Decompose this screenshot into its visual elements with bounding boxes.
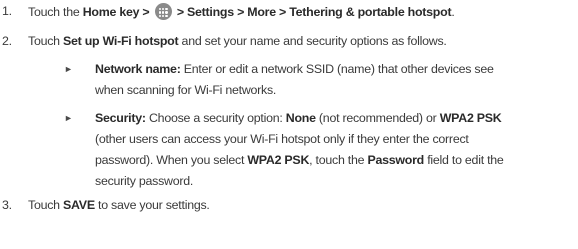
setup-hotspot-label: Set up Wi-Fi hotspot xyxy=(63,34,179,48)
save-label: SAVE xyxy=(63,198,95,212)
step-2-text: Touch Set up Wi-Fi hotspot and set your … xyxy=(28,34,447,48)
bullet-2-line-1: Security: Choose a security option: None… xyxy=(95,111,502,125)
triangle-bullet-icon: ► xyxy=(64,113,73,123)
step-2-number: 2. xyxy=(2,34,12,48)
settings-path: > Settings > More > Tethering & portable… xyxy=(173,5,452,19)
bullet-2-line-3: password). When you select WPA2 PSK, tou… xyxy=(95,153,504,167)
bullet-2-line-4: security password. xyxy=(95,174,194,188)
bullet-1-line-2: when scanning for Wi-Fi networks. xyxy=(95,83,277,97)
instruction-page: 1. Touch the Home key > > Settings > Mor… xyxy=(0,0,578,249)
step-3-number: 3. xyxy=(2,198,12,212)
home-key-label: Home xyxy=(82,5,117,19)
bullet-1-line-1: Network name: Enter or edit a network SS… xyxy=(95,62,494,76)
step-3-text: Touch SAVE to save your settings. xyxy=(28,198,210,212)
step-1-text: Touch the Home key > > Settings > More >… xyxy=(28,3,455,20)
bullet-2-line-2: (other users can access your Wi-Fi hotsp… xyxy=(95,132,469,146)
step-1-number: 1. xyxy=(2,4,12,18)
triangle-bullet-icon: ► xyxy=(64,64,73,74)
apps-grid-icon xyxy=(154,3,172,20)
